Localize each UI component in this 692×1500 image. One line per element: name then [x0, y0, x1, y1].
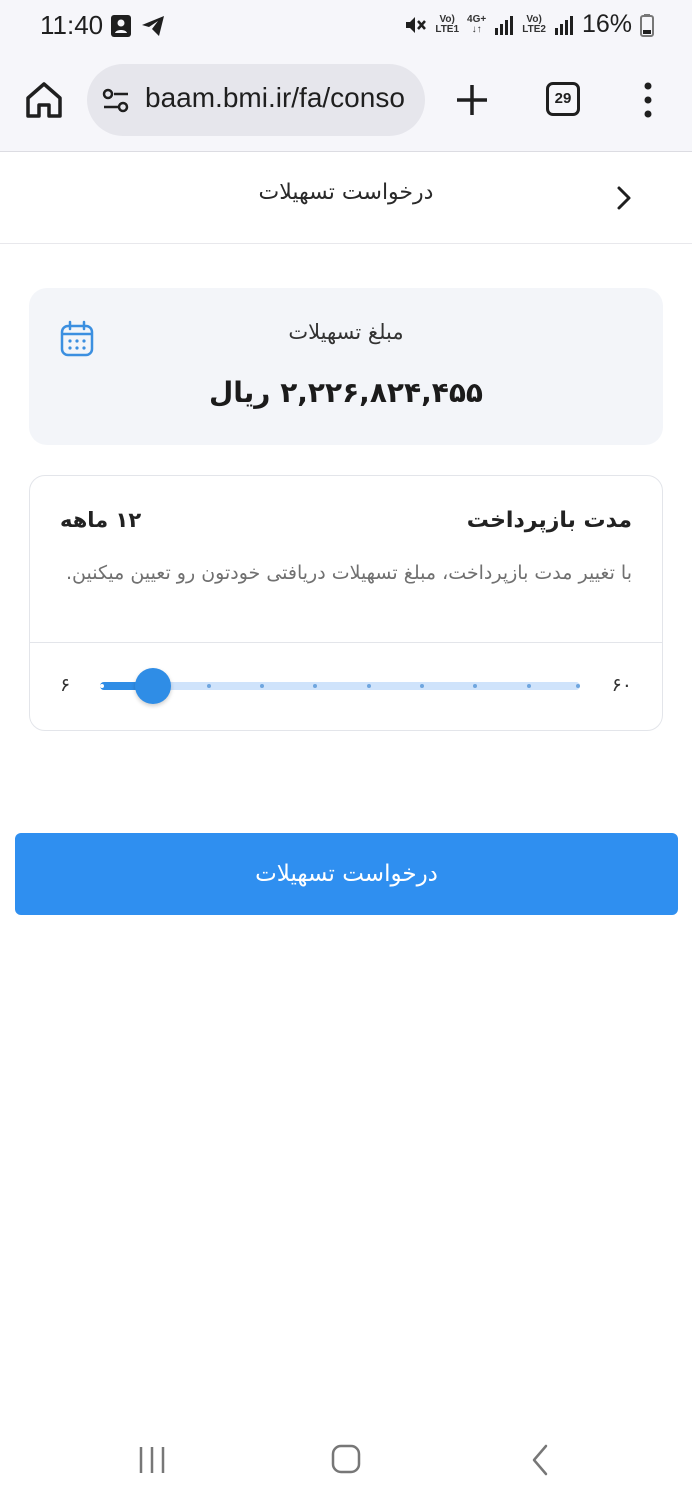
more-menu-icon[interactable] [636, 80, 660, 120]
status-bar: 11:40 Vo) LTE1 4G+ ↓↑ Vo) LTE2 16% [0, 0, 692, 56]
telegram-icon [142, 16, 164, 36]
back-nav-icon[interactable] [526, 1442, 554, 1478]
slider-step-dot [260, 684, 264, 688]
signal-icon [495, 15, 514, 35]
slider-step-dot [420, 684, 424, 688]
mute-icon [406, 16, 427, 33]
loan-amount-value: ۲,۲۲۶,۸۲۴,۴۵۵ ریال [208, 376, 483, 409]
slider-step-dot [100, 684, 104, 688]
loan-amount-label: مبلغ تسهیلات [288, 320, 404, 344]
net3-top: Vo) [526, 13, 542, 25]
address-bar[interactable]: baam.bmi.ir/fa/conso [87, 64, 425, 136]
data-arrows-icon: ↓↑ [471, 23, 482, 35]
tab-switcher-button[interactable]: 29 [546, 82, 580, 116]
slider-thumb[interactable] [135, 668, 171, 704]
url-text: baam.bmi.ir/fa/conso [145, 82, 405, 113]
slider-max-label: ۶۰ [611, 674, 632, 696]
site-settings-icon[interactable] [101, 86, 131, 116]
net1-bottom: LTE1 [435, 23, 460, 35]
home-icon[interactable] [22, 78, 66, 122]
contact-icon [111, 15, 131, 37]
repayment-duration-value: ۱۲ ماهه [60, 508, 142, 532]
new-tab-icon[interactable] [452, 80, 492, 120]
net1-top: Vo) [439, 13, 455, 25]
slider-step-dot [367, 684, 371, 688]
home-nav-icon[interactable] [330, 1442, 362, 1476]
app-header: درخواست تسهیلات [0, 152, 692, 244]
slider-step-dot [313, 684, 317, 688]
slider-min-label: ۶ [60, 674, 71, 696]
slider-step-dot [527, 684, 531, 688]
signal-icon [554, 15, 573, 35]
net2-top: 4G+ [467, 13, 487, 25]
battery-percent: 16% [581, 10, 632, 38]
recent-apps-icon[interactable] [136, 1444, 168, 1476]
system-nav-bar [0, 1420, 692, 1500]
net3-bottom: LTE2 [522, 23, 546, 35]
duration-slider[interactable] [100, 668, 580, 704]
repayment-duration-card: مدت بازپرداخت ۱۲ ماهه با تغییر مدت بازپر… [29, 475, 663, 731]
slider-step-dot [576, 684, 580, 688]
chevron-right-icon[interactable] [608, 180, 640, 216]
status-time: 11:40 [40, 10, 104, 40]
divider [30, 642, 662, 643]
repayment-duration-description: با تغییر مدت بازپرداخت، مبلغ تسهیلات دری… [65, 562, 632, 584]
request-loan-button[interactable]: درخواست تسهیلات [15, 833, 678, 915]
slider-step-dot [207, 684, 211, 688]
slider-step-dot [473, 684, 477, 688]
browser-toolbar: baam.bmi.ir/fa/conso 29 [0, 56, 692, 152]
page-title: درخواست تسهیلات [258, 180, 434, 205]
loan-amount-card: مبلغ تسهیلات ۲,۲۲۶,۸۲۴,۴۵۵ ریال [29, 288, 663, 445]
repayment-duration-title: مدت بازپرداخت [466, 508, 632, 533]
battery-icon [640, 13, 654, 37]
